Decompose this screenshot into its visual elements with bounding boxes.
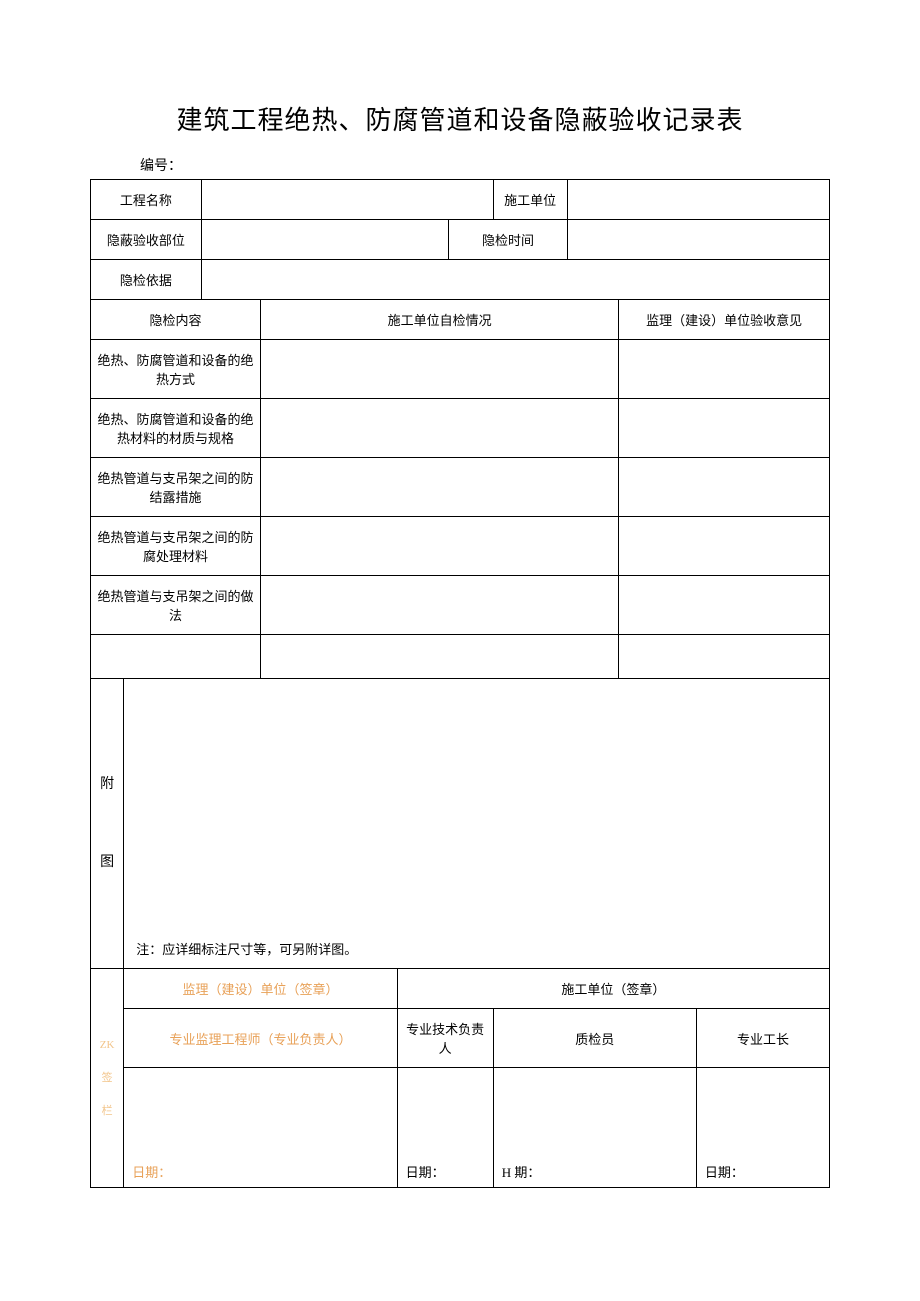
- item-self-check[interactable]: [260, 635, 618, 679]
- hidden-check-time-value[interactable]: [567, 220, 829, 260]
- pro-supervisor-engineer-label: 专业监理工程师（专业负责人）: [124, 1009, 397, 1068]
- date-label-4: 日期：: [705, 1165, 744, 1180]
- signature-cell-foreman[interactable]: 日期：: [696, 1068, 829, 1188]
- item-label: 绝热、防腐管道和设备的绝热材料的材质与规格: [91, 399, 261, 458]
- item-label: 绝热管道与支吊架之间的防腐处理材料: [91, 517, 261, 576]
- self-check-header: 施工单位自检情况: [260, 300, 618, 340]
- construction-unit-label: 施工单位: [493, 180, 567, 220]
- row-signature-header-2: 专业监理工程师（专业负责人） 专业技术负责人 质检员 专业工长: [91, 1009, 830, 1068]
- supervisor-unit-seal-label: 监理（建设）单位（签章）: [124, 969, 397, 1009]
- row-section-header: 隐检内容 施工单位自检情况 监理（建设）单位验收意见: [91, 300, 830, 340]
- row-signature-header-1: ZK 签 栏 监理（建设）单位（签章） 施工单位（签章）: [91, 969, 830, 1009]
- item-opinion[interactable]: [619, 340, 830, 399]
- project-name-value[interactable]: [201, 180, 493, 220]
- item-self-check[interactable]: [260, 399, 618, 458]
- item-self-check[interactable]: [260, 458, 618, 517]
- project-name-label: 工程名称: [91, 180, 202, 220]
- table-row: 绝热管道与支吊架之间的防腐处理材料: [91, 517, 830, 576]
- item-opinion[interactable]: [619, 635, 830, 679]
- item-label: 绝热管道与支吊架之间的做法: [91, 576, 261, 635]
- table-row: 绝热、防腐管道和设备的绝热材料的材质与规格: [91, 399, 830, 458]
- item-opinion[interactable]: [619, 576, 830, 635]
- date-label-3: H 期：: [502, 1165, 541, 1180]
- row-project-name: 工程名称 施工单位: [91, 180, 830, 220]
- signature-cell-supervisor[interactable]: 日期：: [124, 1068, 397, 1188]
- attachment-note: 注：应详细标注尺寸等，可另附详图。: [136, 942, 357, 957]
- row-attachment: 附 图 注：应详细标注尺寸等，可另附详图。: [91, 679, 830, 969]
- sign-side-top: ZK: [100, 1039, 115, 1051]
- page-title: 建筑工程绝热、防腐管道和设备隐蔽验收记录表: [90, 100, 830, 137]
- signature-cell-quality[interactable]: H 期：: [493, 1068, 696, 1188]
- table-row-empty: [91, 635, 830, 679]
- hidden-accept-part-value[interactable]: [201, 220, 449, 260]
- item-label: 绝热管道与支吊架之间的防结露措施: [91, 458, 261, 517]
- attachment-area[interactable]: 注：应详细标注尺寸等，可另附详图。: [124, 679, 830, 969]
- item-opinion[interactable]: [619, 517, 830, 576]
- item-self-check[interactable]: [260, 517, 618, 576]
- row-hidden-check-basis: 隐检依据: [91, 260, 830, 300]
- acceptance-record-table: 工程名称 施工单位 隐蔽验收部位 隐检时间 隐检依据 隐检内容 施工单位自检情况…: [90, 179, 830, 1188]
- hidden-accept-part-label: 隐蔽验收部位: [91, 220, 202, 260]
- attachment-label-2: 图: [100, 855, 114, 870]
- item-opinion[interactable]: [619, 458, 830, 517]
- hidden-check-basis-label: 隐检依据: [91, 260, 202, 300]
- item-self-check[interactable]: [260, 340, 618, 399]
- serial-number-label: 编号：: [140, 155, 830, 175]
- item-self-check[interactable]: [260, 576, 618, 635]
- date-label-2: 日期：: [406, 1165, 445, 1180]
- sign-side-1: 签: [102, 1072, 113, 1084]
- row-hidden-accept-part: 隐蔽验收部位 隐检时间: [91, 220, 830, 260]
- construction-unit-seal-label: 施工单位（签章）: [397, 969, 829, 1009]
- foreman-label: 专业工长: [696, 1009, 829, 1068]
- item-opinion[interactable]: [619, 399, 830, 458]
- hidden-check-time-label: 隐检时间: [449, 220, 567, 260]
- attachment-label-1: 附: [100, 777, 114, 792]
- item-label: [91, 635, 261, 679]
- sign-side-2: 栏: [102, 1105, 113, 1117]
- signature-cell-tech-lead[interactable]: 日期：: [397, 1068, 493, 1188]
- table-row: 绝热管道与支吊架之间的防结露措施: [91, 458, 830, 517]
- item-label: 绝热、防腐管道和设备的绝热方式: [91, 340, 261, 399]
- check-content-header: 隐检内容: [91, 300, 261, 340]
- signature-side-label: ZK 签 栏: [91, 969, 124, 1188]
- tech-lead-label: 专业技术负责人: [397, 1009, 493, 1068]
- attachment-side-label: 附 图: [91, 679, 124, 969]
- supervisor-opinion-header: 监理（建设）单位验收意见: [619, 300, 830, 340]
- table-row: 绝热、防腐管道和设备的绝热方式: [91, 340, 830, 399]
- row-signature-body: 日期： 日期： H 期： 日期：: [91, 1068, 830, 1188]
- hidden-check-basis-value[interactable]: [201, 260, 829, 300]
- construction-unit-value[interactable]: [567, 180, 829, 220]
- quality-inspector-label: 质检员: [493, 1009, 696, 1068]
- table-row: 绝热管道与支吊架之间的做法: [91, 576, 830, 635]
- date-label-1: 日期：: [132, 1165, 171, 1180]
